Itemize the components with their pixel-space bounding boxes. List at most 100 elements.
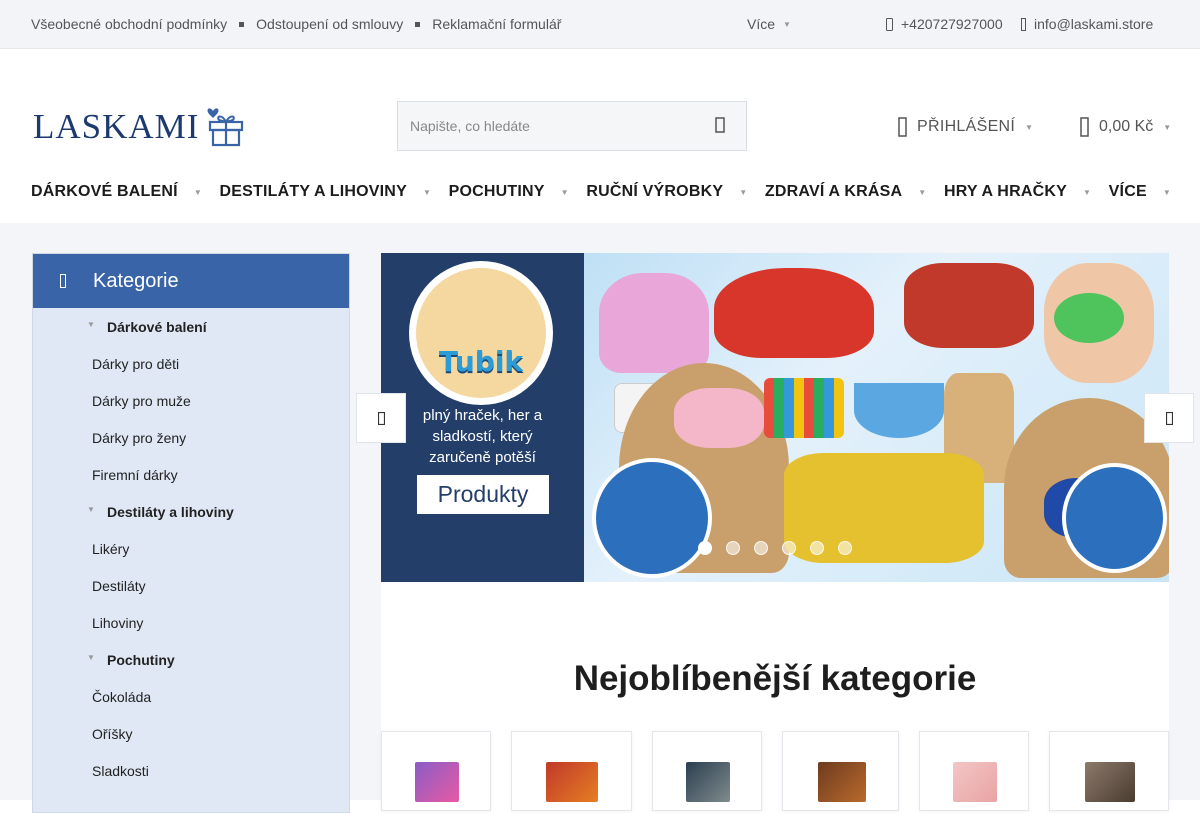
main-nav: DÁRKOVÉ BALENÍ ▼ DESTILÁTY A LIHOVINY ▼ PO… <box>31 183 1171 201</box>
banner-tagline: plný hraček, her a sladkostí, který zaru… <box>422 407 543 466</box>
mail-icon <box>1021 17 1026 31</box>
slider-dot[interactable] <box>810 541 824 555</box>
cart-button[interactable]: 0,00 Kč ▼ <box>1080 117 1171 137</box>
nav-item-label: HRY A HRAČKY <box>943 183 1067 200</box>
hero-banner[interactable]: Tubik plný hraček, her a sladkostí, kter… <box>381 253 1169 582</box>
toy-slime <box>1054 293 1124 343</box>
search-box <box>397 101 747 151</box>
banner-promo-panel: Tubik plný hraček, her a sladkostí, kter… <box>381 253 584 582</box>
slider-prev-button[interactable] <box>356 393 406 443</box>
sidebar-item-label: Dárky pro muže <box>92 392 191 409</box>
nav-item-label: RUČNÍ VÝROBKY <box>586 183 724 200</box>
logo-text: LASKAMI <box>33 107 200 146</box>
complaint-form-link[interactable]: Reklamační formulář <box>432 16 561 32</box>
login-button[interactable]: PŘIHLÁŠENÍ ▼ <box>898 117 1033 137</box>
slider-dot[interactable] <box>726 541 740 555</box>
sidebar-item-gift-packs[interactable]: ▼ Dárkové balení <box>33 308 349 345</box>
nav-item-label: ZDRAVÍ A KRÁSA <box>764 183 903 200</box>
sidebar-item-label: Pochutiny <box>107 651 175 668</box>
sidebar-item-gifts-kids[interactable]: Dárky pro děti <box>33 345 349 382</box>
nav-item-health-beauty[interactable]: ZDRAVÍ A KRÁSA ▼ <box>765 183 926 201</box>
top-more-menu[interactable]: Více ▼ <box>747 16 791 32</box>
sidebar-item-gifts-men[interactable]: Dárky pro muže <box>33 382 349 419</box>
category-card[interactable] <box>511 731 632 811</box>
nav-item-gift-packs[interactable]: DÁRKOVÉ BALENÍ ▼ <box>31 183 202 201</box>
category-card[interactable] <box>652 731 762 811</box>
sidebar-item-corporate-gifts[interactable]: Firemní dárky <box>33 456 349 493</box>
sidebar-header[interactable]: Kategorie <box>33 254 349 308</box>
sidebar-item-gifts-women[interactable]: Dárky pro ženy <box>33 419 349 456</box>
nav-item-label: DESTILÁTY A LIHOVINY <box>219 183 407 200</box>
login-label: PŘIHLÁŠENÍ <box>917 118 1016 135</box>
sidebar-item-chocolate[interactable]: Čokoláda <box>33 678 349 715</box>
chevron-down-icon: ▼ <box>560 187 569 197</box>
user-icon <box>898 117 907 137</box>
toy-doll <box>599 273 709 373</box>
toy-plane <box>904 263 1034 348</box>
nav-item-more[interactable]: VÍCE ▼ <box>1109 183 1171 201</box>
terms-link[interactable]: Všeobecné obchodní podmínky <box>31 16 227 32</box>
category-image <box>546 762 598 802</box>
chevron-down-icon: ▼ <box>739 187 748 197</box>
chevron-down-icon: ▼ <box>1025 122 1034 132</box>
chevron-left-icon <box>377 411 385 425</box>
tubik-logo-text: Tubik <box>438 345 524 378</box>
top-bar: Všeobecné obchodní podmínky Odstoupení o… <box>0 0 1200 49</box>
banner-toys-image <box>584 253 1169 582</box>
chevron-down-icon: ▼ <box>918 187 927 197</box>
category-card[interactable] <box>381 731 491 811</box>
sidebar-item-label: Likéry <box>92 540 130 557</box>
category-image <box>818 762 866 802</box>
slider-dot[interactable] <box>838 541 852 555</box>
nav-item-handmade[interactable]: RUČNÍ VÝROBKY ▼ <box>586 183 747 201</box>
category-card[interactable] <box>1049 731 1169 811</box>
sidebar-item-label: Dárky pro ženy <box>92 429 187 446</box>
category-image <box>686 762 730 802</box>
sidebar-item-liquors[interactable]: Lihoviny <box>33 604 349 641</box>
menu-icon <box>33 274 93 288</box>
sidebar-item-liqueurs[interactable]: Likéry <box>33 530 349 567</box>
top-more-label: Více <box>747 16 776 32</box>
chevron-down-icon: ▼ <box>1162 187 1171 197</box>
top-links: Všeobecné obchodní podmínky Odstoupení o… <box>31 16 561 32</box>
slider-next-button[interactable] <box>1144 393 1194 443</box>
sidebar-item-sweets[interactable]: Sladkosti <box>33 752 349 789</box>
email-address: info@laskami.store <box>1034 16 1154 32</box>
chevron-down-icon: ▼ <box>1082 187 1092 197</box>
nav-item-snacks[interactable]: POCHUTINY ▼ <box>449 183 569 201</box>
phone-link[interactable]: +420727927000 <box>886 16 1003 32</box>
slider-dot[interactable] <box>782 541 796 555</box>
sidebar-item-spirits[interactable]: ▼ Destiláty a lihoviny <box>33 493 349 530</box>
sidebar-item-label: Lihoviny <box>92 614 144 631</box>
chevron-down-icon: ▼ <box>1163 122 1172 132</box>
nav-item-label: DÁRKOVÉ BALENÍ <box>31 183 178 200</box>
products-button[interactable]: Produkty <box>417 475 549 514</box>
sidebar-item-distillates[interactable]: Destiláty <box>33 567 349 604</box>
category-card[interactable] <box>919 731 1029 811</box>
slider-dot[interactable] <box>754 541 768 555</box>
category-list: ▼ Dárkové balení Dárky pro děti Dárky pro… <box>33 308 349 789</box>
main-content: Tubik plný hraček, her a sladkostí, kter… <box>381 253 1169 800</box>
separator <box>239 21 245 27</box>
chevron-down-icon: ▼ <box>87 320 95 329</box>
search-icon[interactable] <box>712 117 728 133</box>
category-card[interactable] <box>782 731 899 811</box>
chevron-down-icon: ▼ <box>783 19 791 29</box>
search-input[interactable] <box>398 102 688 150</box>
sidebar-title: Kategorie <box>93 269 179 292</box>
slider-dot[interactable] <box>698 541 712 555</box>
cart-total: 0,00 Kč <box>1099 118 1154 135</box>
withdrawal-link[interactable]: Odstoupení od smlouvy <box>256 16 403 32</box>
category-sidebar: Kategorie ▼ Dárkové balení Dárky pro děti… <box>32 253 350 813</box>
sidebar-item-nuts[interactable]: Oříšky <box>33 715 349 752</box>
nav-item-label: POCHUTINY <box>448 183 545 200</box>
logo[interactable]: LASKAMI <box>33 106 245 148</box>
email-link[interactable]: info@laskami.store <box>1021 16 1153 32</box>
toy-pink-ribbon <box>674 388 764 448</box>
nav-item-spirits[interactable]: DESTILÁTY A LIHOVINY ▼ <box>220 183 432 201</box>
sidebar-item-label: Oříšky <box>92 725 133 742</box>
sidebar-item-snacks[interactable]: ▼ Pochutiny <box>33 641 349 678</box>
slider-dots <box>698 541 852 555</box>
category-image <box>1085 762 1135 802</box>
nav-item-games-toys[interactable]: HRY A HRAČKY ▼ <box>944 183 1091 201</box>
